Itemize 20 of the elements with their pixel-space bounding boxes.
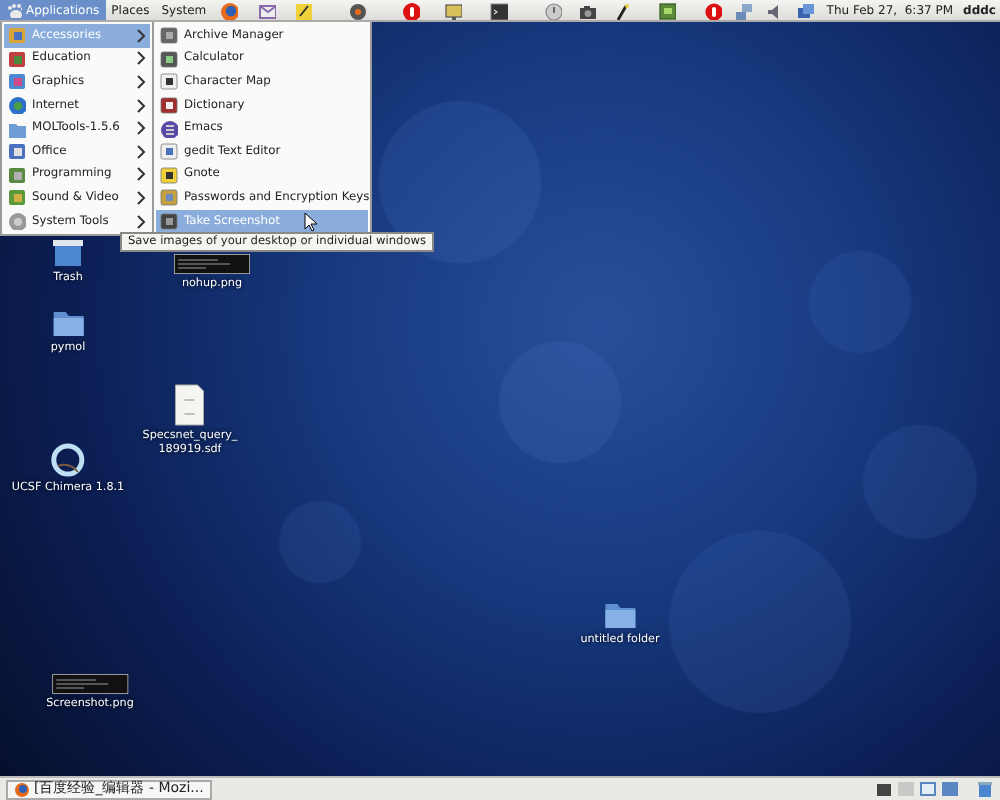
mouse-pointer-icon: [304, 212, 318, 232]
foot-icon: [6, 2, 22, 18]
power-icon[interactable]: [544, 1, 563, 19]
globe-icon: [14, 781, 30, 797]
ring-icon[interactable]: [50, 442, 86, 478]
terminal-icon[interactable]: [490, 1, 509, 19]
monitor-icon[interactable]: [444, 1, 463, 19]
folder-icon[interactable]: [604, 600, 636, 630]
screen-icon[interactable]: [658, 1, 677, 19]
pen-icon[interactable]: [612, 1, 631, 19]
globe-icon: [8, 96, 26, 115]
envelope-icon[interactable]: [258, 1, 277, 19]
windows-icon[interactable]: [796, 1, 815, 19]
globe-icon[interactable]: [220, 1, 239, 19]
show-desktop-icon[interactable]: [876, 781, 892, 797]
image-thumbnail-icon[interactable]: [174, 254, 250, 274]
folder-icon: [8, 119, 26, 138]
folder-icon[interactable]: [52, 308, 84, 338]
trash-icon[interactable]: [51, 236, 85, 268]
image-thumbnail-icon[interactable]: [52, 674, 128, 694]
